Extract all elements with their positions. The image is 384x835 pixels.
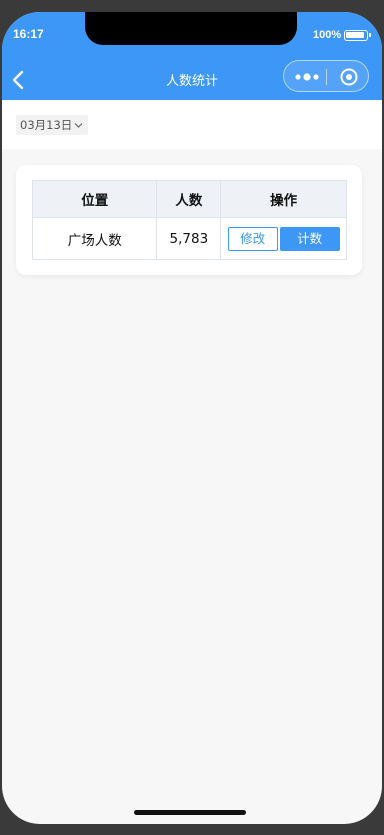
more-icon[interactable] — [294, 67, 320, 87]
table-header-row: 位置 人数 操作 — [31, 180, 347, 218]
header-count: 人数 — [156, 180, 222, 218]
top-bar: 16:17 100% 人数统计 — [2, 12, 382, 100]
cell-location: 广场人数 — [31, 217, 158, 260]
cell-count: 5,783 — [156, 217, 222, 260]
mini-program-capsule — [283, 60, 369, 92]
date-picker[interactable]: 03月13日 — [16, 115, 89, 135]
edit-button[interactable]: 修改 — [227, 226, 278, 251]
stats-card: 位置 人数 操作 广场人数 5,783 修改 计数 — [16, 165, 362, 275]
battery-percentage: 100% — [313, 29, 342, 41]
table-row: 广场人数 5,783 修改 计数 — [31, 217, 347, 260]
battery-icon — [344, 30, 371, 41]
count-button[interactable]: 计数 — [279, 226, 340, 251]
header-location: 位置 — [31, 180, 158, 218]
capsule-divider — [326, 69, 327, 85]
filter-bar: 03月13日 — [2, 100, 382, 149]
header-actions: 操作 — [220, 180, 347, 218]
phone-screen: 16:17 100% 人数统计 03月13日 位置 人数 操作 广场人数 5,7… — [2, 12, 382, 824]
close-mini-program-icon[interactable] — [339, 67, 359, 87]
chevron-down-icon — [74, 122, 83, 128]
date-value: 03月13日 — [20, 118, 73, 132]
stats-table: 位置 人数 操作 广场人数 5,783 修改 计数 — [31, 180, 347, 260]
home-indicator[interactable] — [134, 810, 246, 815]
device-notch — [85, 12, 297, 45]
status-time: 16:17 — [13, 27, 44, 41]
cell-actions: 修改 计数 — [220, 217, 347, 260]
